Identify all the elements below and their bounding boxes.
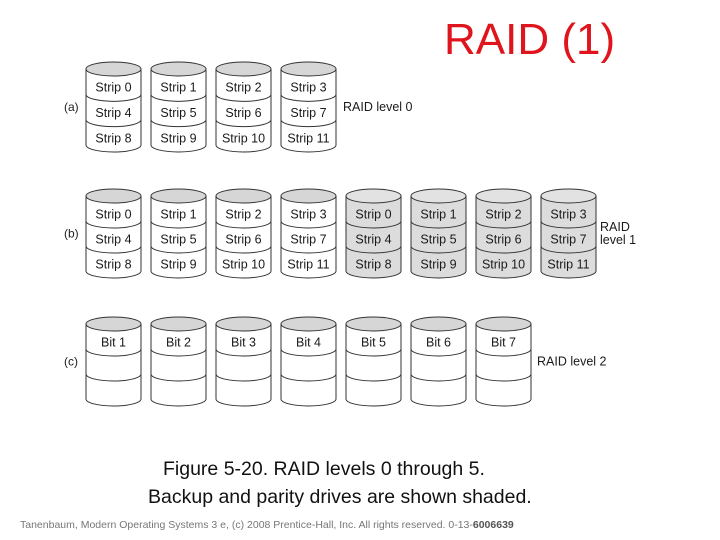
disk-cell-label: Strip 1: [160, 81, 196, 95]
raid-level-label: RAID level 0: [343, 100, 413, 114]
disk-cell-label: Strip 5: [160, 233, 196, 247]
disk-top: [150, 316, 207, 332]
raid-level-label: RAID level 2: [537, 355, 607, 369]
disk-cell-label: Strip 2: [225, 208, 261, 222]
disk-cell-label: Strip 6: [485, 233, 521, 247]
disk: Bit 3: [215, 316, 272, 407]
disk: Bit 5: [345, 316, 402, 407]
disk-cell-label: Strip 7: [550, 233, 586, 247]
disk-top: [215, 316, 272, 332]
row-label: (a): [64, 100, 79, 114]
disk-top: [150, 188, 207, 204]
disk-top: [215, 61, 272, 77]
figure-caption-line-1: Figure 5-20. RAID levels 0 through 5.: [163, 458, 485, 480]
row-label: (c): [64, 355, 78, 369]
disk-cell-label: Bit 2: [166, 336, 191, 350]
disk-cell-label: Strip 6: [225, 106, 261, 120]
disk-cell-label: Strip 10: [222, 131, 265, 145]
disk: Strip 1 Strip 5 Strip 9: [150, 188, 207, 279]
disk-top: [540, 188, 597, 204]
disk-top: [215, 188, 272, 204]
disk-top: [475, 188, 532, 204]
disk-cell-label: Strip 5: [160, 106, 196, 120]
disk-cell-label: Strip 9: [160, 131, 196, 145]
disk-cell-label: Strip 7: [290, 106, 326, 120]
disk-top: [150, 61, 207, 77]
disk-cell-label: Strip 7: [290, 233, 326, 247]
disk-cell-label: Strip 10: [482, 258, 525, 272]
disk-top: [280, 316, 337, 332]
disk-cell-label: Strip 8: [355, 258, 391, 272]
raid-row-c: (c) Bit 1 Bit 2 Bit 3 Bit 4 Bit 5 Bit 6 Bit 7 RA…: [64, 316, 607, 407]
disk-cell-label: Strip 3: [550, 208, 586, 222]
figure-caption-line-2: Backup and parity drives are shown shade…: [148, 486, 532, 508]
disk: Bit 6: [410, 316, 467, 407]
disk-cell-label: Bit 5: [361, 336, 386, 350]
disk-cell-label: Strip 8: [95, 131, 131, 145]
raid-diagram: (a)Strip 0Strip 4Strip 8Strip 1Strip 5St…: [64, 61, 636, 407]
disk-cell-label: Strip 1: [160, 208, 196, 222]
disk-cell-label: Strip 10: [222, 258, 265, 272]
disk-cell-label: Strip 4: [95, 233, 131, 247]
disk-top: [475, 316, 532, 332]
raid-level-label: RAID: [600, 220, 630, 234]
disk-top: [410, 316, 467, 332]
disk-shaded: Strip 1 Strip 5 Strip 9: [410, 188, 467, 279]
disk-cell-label: Strip 4: [355, 233, 391, 247]
disk-top: [85, 316, 142, 332]
disk-cell-label: Strip 11: [287, 258, 329, 272]
disk: Strip 3 Strip 7 Strip 11: [280, 61, 337, 153]
disk-cell-label: Strip 9: [160, 258, 196, 272]
disk-cell-label: Strip 0: [95, 208, 131, 222]
disk: Bit 2: [150, 316, 207, 407]
disk: Strip 1 Strip 5 Strip 9: [150, 61, 207, 153]
disk-top: [280, 188, 337, 204]
disk: Strip 0 Strip 4 Strip 8: [85, 61, 142, 153]
disk-cell-label: Strip 9: [420, 258, 456, 272]
copyright-credit: Tanenbaum, Modern Operating Systems 3 e,…: [20, 519, 514, 531]
disk: Bit 7: [475, 316, 532, 407]
disk: Strip 0 Strip 4 Strip 8: [85, 188, 142, 279]
raid-row-a: (a)Strip 0Strip 4Strip 8Strip 1Strip 5St…: [64, 61, 413, 153]
disk-cell-label: Strip 6: [225, 233, 261, 247]
disk-top: [345, 316, 402, 332]
disk-cell-label: Strip 1: [420, 208, 456, 222]
row-label: (b): [64, 227, 79, 241]
disk-cell-label: Strip 8: [95, 258, 131, 272]
disk-shaded: Strip 2 Strip 6 Strip 10: [475, 188, 532, 279]
raid-row-b: (b)Strip 0Strip 4Strip 8Strip 1Strip 5St…: [64, 188, 636, 279]
disk-cell-label: Bit 6: [426, 336, 451, 350]
disk-cell-label: Strip 0: [355, 208, 391, 222]
disk-top: [410, 188, 467, 204]
disk-shaded: Strip 3 Strip 7 Strip 11: [540, 188, 597, 279]
disk: Strip 2 Strip 6 Strip 10: [215, 61, 272, 153]
disk: Strip 3 Strip 7 Strip 11: [280, 188, 337, 279]
raid-level-label: level 1: [600, 233, 636, 247]
disk-shaded: Strip 0 Strip 4 Strip 8: [345, 188, 402, 279]
credit-text: Tanenbaum, Modern Operating Systems 3 e,…: [20, 519, 473, 531]
disk-cell-label: Bit 4: [296, 336, 321, 350]
disk-cell-label: Strip 0: [95, 81, 131, 95]
disk-top: [280, 61, 337, 77]
credit-isbn-tail: 6006639: [472, 519, 514, 531]
disk-top: [85, 188, 142, 204]
disk-cell-label: Strip 11: [287, 131, 329, 145]
disk: Strip 2 Strip 6 Strip 10: [215, 188, 272, 279]
disk: Bit 4: [280, 316, 337, 407]
disk-top: [345, 188, 402, 204]
disk-cell-label: Strip 2: [225, 81, 261, 95]
disk-cell-label: Strip 4: [95, 106, 131, 120]
disk-cell-label: Bit 7: [491, 336, 516, 350]
disk-top: [85, 61, 142, 77]
disk-cell-label: Strip 5: [420, 233, 456, 247]
disk-cell-label: Bit 1: [101, 336, 126, 350]
disk-cell-label: Strip 11: [547, 258, 589, 272]
disk-cell-label: Bit 3: [231, 336, 256, 350]
disk: Bit 1: [85, 316, 142, 407]
disk-cell-label: Strip 2: [485, 208, 521, 222]
disk-cell-label: Strip 3: [290, 81, 326, 95]
disk-cell-label: Strip 3: [290, 208, 326, 222]
